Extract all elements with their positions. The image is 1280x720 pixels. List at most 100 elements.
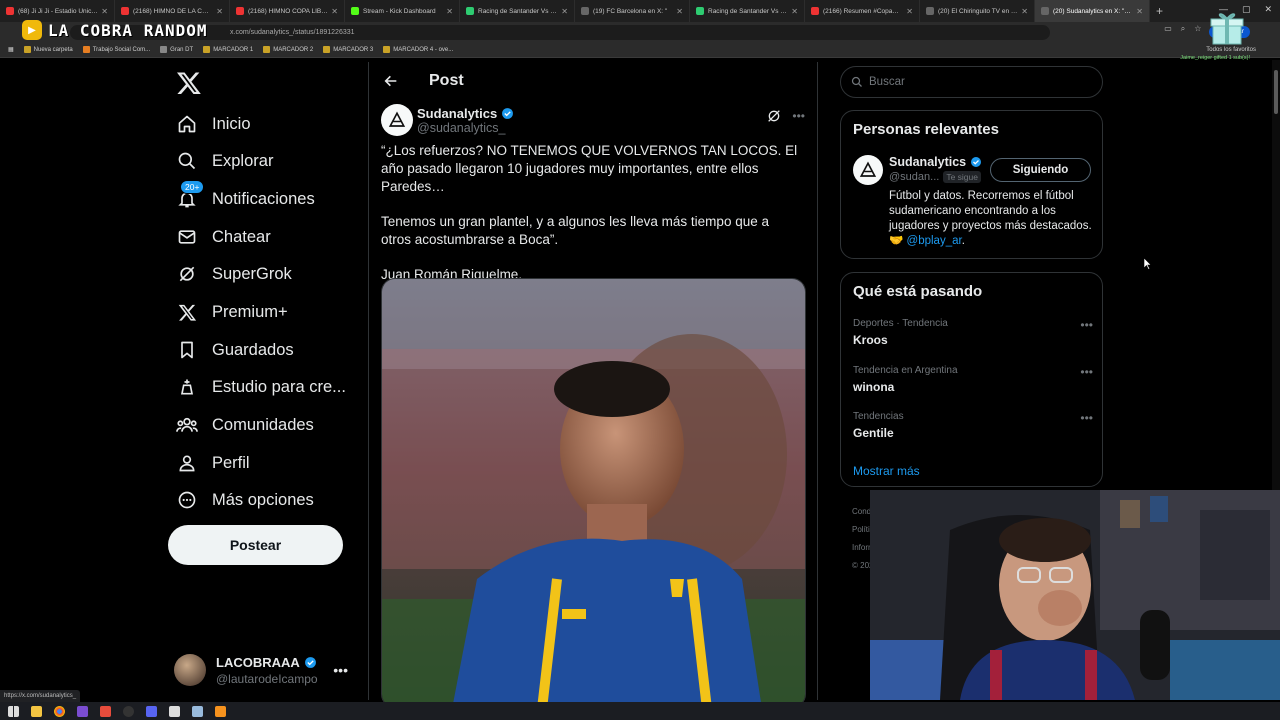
- windows-start-icon[interactable]: [8, 705, 19, 717]
- close-tab-icon[interactable]: ✕: [676, 7, 683, 16]
- nav-item-supergrok[interactable]: SuperGrok: [176, 259, 292, 289]
- nav-item-explore[interactable]: Explorar: [176, 146, 273, 176]
- app-icon[interactable]: [192, 705, 203, 717]
- browser-tab[interactable]: (19) FC Barcelona en X: " ✕: [575, 0, 690, 22]
- bio-link[interactable]: @bplay_ar: [907, 235, 962, 247]
- bookmark-item[interactable]: MARCADOR 4 - ove...: [383, 46, 453, 53]
- obs-icon[interactable]: [123, 705, 134, 717]
- browser-tab-active[interactable]: (20) Sudanalytics en X: "¿Los ✕: [1035, 0, 1150, 22]
- close-tab-icon[interactable]: ✕: [1136, 7, 1143, 16]
- browser-tab[interactable]: Stream - Kick Dashboard ✕: [345, 0, 460, 22]
- nav-label: Chatear: [212, 227, 271, 246]
- browser-tab[interactable]: Racing de Santander Vs FC Ba✕: [460, 0, 575, 22]
- trend-name: Kroos: [853, 333, 888, 347]
- author-handle[interactable]: @sudanalytics_: [417, 121, 514, 135]
- nav-label: Comunidades: [212, 415, 314, 434]
- play-icon: ▶: [22, 20, 42, 40]
- tab-label: Racing de Santander Vs FC Ba: [478, 7, 559, 15]
- browser-tab[interactable]: (68) Ji Ji Ji - Estadio Único d ✕: [0, 0, 115, 22]
- nav-label: Notificaciones: [212, 189, 315, 208]
- more-dots-icon[interactable]: •••: [333, 662, 348, 678]
- verified-badge-icon: [502, 107, 514, 119]
- main-column: Post Sudanalytics @sudanalytics_ ••• “¿L…: [368, 62, 818, 708]
- nav-item-more[interactable]: Más opciones: [176, 485, 314, 515]
- zoom-icon[interactable]: ⌕: [1181, 24, 1185, 34]
- tab-favicon-icon: [466, 7, 474, 15]
- apps-icon[interactable]: ▦: [8, 46, 14, 53]
- trend-item[interactable]: Deportes · Tendencia Kroos •••: [853, 318, 1093, 347]
- nav-label: Explorar: [212, 151, 274, 170]
- post-header: Post: [369, 62, 817, 100]
- bookmark-item[interactable]: Trabajo Social Com...: [82, 46, 151, 53]
- browser-tab[interactable]: (2168) HIMNO COPA LIBERTADORES✕: [230, 0, 345, 22]
- install-app-icon[interactable]: ▭: [1164, 24, 1172, 34]
- bookmark-label: Trabajo Social Com...: [92, 46, 151, 53]
- close-tab-icon[interactable]: ✕: [216, 7, 223, 16]
- close-tab-icon[interactable]: ✕: [561, 7, 568, 16]
- relevant-name-row[interactable]: Sudanalytics: [889, 155, 982, 169]
- nav-item-bookmarks[interactable]: Guardados: [176, 335, 294, 365]
- close-tab-icon[interactable]: ✕: [101, 7, 108, 16]
- app-icon[interactable]: [169, 705, 180, 717]
- close-tab-icon[interactable]: ✕: [446, 7, 453, 16]
- post-button[interactable]: Postear: [168, 525, 343, 565]
- bookmark-item[interactable]: MARCADOR 2: [263, 46, 313, 53]
- tweet-media-image[interactable]: [381, 278, 806, 708]
- more-dots-icon[interactable]: •••: [1080, 411, 1093, 425]
- bookmark-item[interactable]: MARCADOR 3: [323, 46, 373, 53]
- avatar[interactable]: [381, 104, 413, 136]
- bookmark-item[interactable]: Gran DT: [160, 46, 193, 53]
- file-explorer-icon[interactable]: [31, 705, 42, 717]
- nav-label: Estudio para cre...: [212, 377, 346, 396]
- nav-item-communities[interactable]: Comunidades: [176, 410, 314, 440]
- close-window-icon[interactable]: ✕: [1264, 4, 1272, 15]
- browser-tab[interactable]: (2166) Resumen #CopaDelRey✕: [805, 0, 920, 22]
- discord-icon[interactable]: [146, 705, 157, 717]
- author-name-row[interactable]: Sudanalytics: [417, 106, 514, 121]
- scrollbar-thumb[interactable]: [1274, 70, 1278, 114]
- browser-tab[interactable]: (2168) HIMNO DE LA CONMEBOL✕: [115, 0, 230, 22]
- account-switcher[interactable]: LACOBRAAA @lautarodeIcampo •••: [174, 648, 354, 692]
- close-tab-icon[interactable]: ✕: [331, 7, 338, 16]
- star-icon[interactable]: ☆: [1194, 24, 1201, 34]
- close-tab-icon[interactable]: ✕: [1021, 7, 1028, 16]
- nav-item-home[interactable]: Inicio: [176, 109, 251, 139]
- app-icon[interactable]: [100, 705, 111, 717]
- nav-item-notifications[interactable]: 20+ Notificaciones: [176, 180, 315, 214]
- show-more-link[interactable]: Mostrar más: [853, 464, 920, 478]
- search-box[interactable]: [840, 66, 1103, 98]
- close-tab-icon[interactable]: ✕: [906, 7, 913, 16]
- chrome-icon[interactable]: [54, 705, 65, 717]
- app-icon[interactable]: [77, 705, 88, 717]
- browser-tab[interactable]: (20) El Chiringuito TV en X: " ✕: [920, 0, 1035, 22]
- url-field[interactable]: x.com/sudanalytics_/status/1891226331: [70, 24, 1050, 40]
- bell-icon: 20+: [176, 180, 205, 210]
- vlc-icon[interactable]: [215, 705, 226, 717]
- tab-favicon-icon: [926, 7, 934, 15]
- back-arrow-icon[interactable]: [381, 71, 401, 91]
- x-logo-icon[interactable]: [176, 70, 202, 96]
- bookmark-item[interactable]: Nueva carpeta: [23, 46, 73, 53]
- more-dots-icon[interactable]: •••: [1080, 318, 1093, 332]
- nav-item-chat[interactable]: Chatear: [176, 222, 271, 252]
- close-tab-icon[interactable]: ✕: [791, 7, 798, 16]
- more-dots-icon[interactable]: •••: [1080, 365, 1093, 379]
- relevant-handle[interactable]: @sudan...: [889, 171, 939, 183]
- folder-icon: [263, 46, 271, 53]
- new-tab-button[interactable]: +: [1156, 4, 1163, 18]
- nav-item-premium[interactable]: Premium+: [176, 297, 288, 327]
- more-dots-icon[interactable]: •••: [792, 109, 805, 123]
- browser-tab[interactable]: Racing de Santander Vs FC Ba✕: [690, 0, 805, 22]
- all-bookmarks[interactable]: Todos los favoritos: [1206, 47, 1256, 53]
- grok-icon[interactable]: [766, 108, 782, 124]
- trend-item[interactable]: Tendencia en Argentina winona •••: [853, 365, 1093, 394]
- nav-item-creator-studio[interactable]: Estudio para cre...: [176, 372, 346, 402]
- following-button[interactable]: Siguiendo: [990, 158, 1091, 182]
- nav-item-profile[interactable]: Perfil: [176, 448, 250, 478]
- search-icon: [851, 76, 862, 87]
- avatar[interactable]: [853, 155, 883, 185]
- bookmark-item[interactable]: MARCADOR 1: [203, 46, 253, 53]
- communities-icon: [176, 414, 198, 436]
- search-input[interactable]: [869, 76, 1089, 88]
- trend-item[interactable]: Tendencias Gentile •••: [853, 411, 1093, 440]
